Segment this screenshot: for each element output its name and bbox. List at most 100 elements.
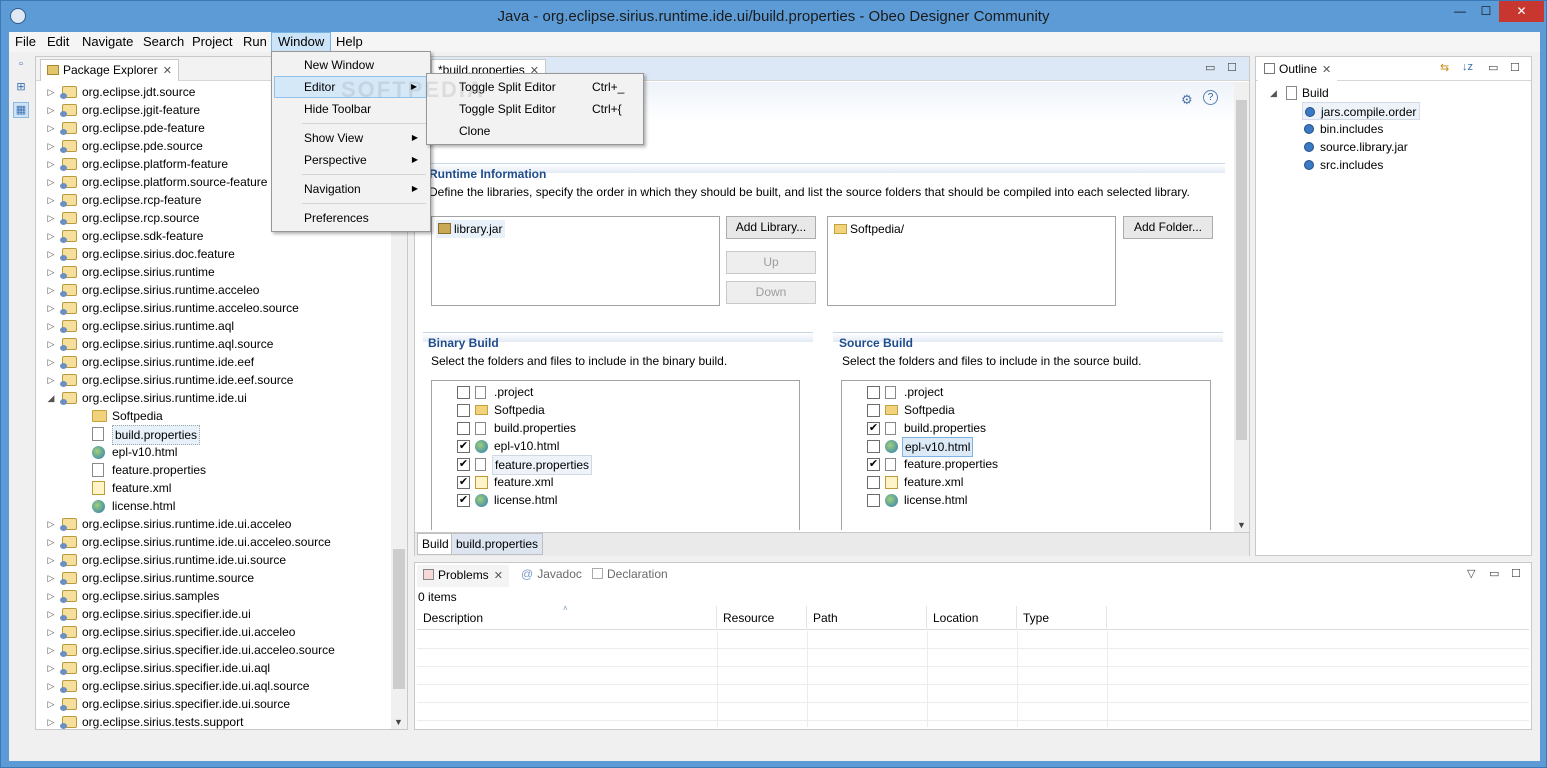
expand-arrow-icon[interactable]: ▷ — [46, 641, 56, 659]
minimize-button[interactable]: — — [1447, 1, 1473, 22]
include-checkbox[interactable] — [867, 386, 880, 399]
settings-icon[interactable]: ⚙ — [1181, 92, 1193, 108]
editor-scrollbar[interactable]: ▼ — [1234, 82, 1249, 532]
expand-arrow-icon[interactable]: ▷ — [46, 533, 56, 551]
up-button[interactable]: Up — [726, 251, 816, 274]
include-checkbox[interactable] — [867, 440, 880, 453]
build-tree-item[interactable]: ✔ license.html — [432, 491, 792, 509]
include-checkbox[interactable] — [867, 404, 880, 417]
outline-root[interactable]: ◢ Build — [1270, 84, 1329, 102]
menu-preferences[interactable]: Preferences — [274, 207, 428, 229]
include-checkbox[interactable] — [457, 386, 470, 399]
page-tab-build-properties[interactable]: build.properties — [451, 533, 544, 555]
source-folder-list[interactable]: Softpedia/ — [827, 216, 1116, 306]
menu-show-view[interactable]: Show View ▶ — [274, 127, 428, 149]
add-folder-button[interactable]: Add Folder... — [1123, 216, 1213, 239]
help-icon[interactable]: ? — [1203, 90, 1218, 105]
expand-arrow-icon[interactable]: ▷ — [46, 659, 56, 677]
tab-javadoc[interactable]: @ Javadoc — [521, 567, 582, 587]
expand-arrow-icon[interactable]: ▷ — [46, 515, 56, 533]
expand-arrow-icon[interactable]: ▷ — [46, 569, 56, 587]
maximize-view-icon[interactable]: ☐ — [1227, 61, 1237, 74]
restore-icon[interactable]: ▫ — [13, 58, 29, 74]
view-menu-icon[interactable]: ▽ — [1467, 567, 1475, 580]
close-icon[interactable]: ✕ — [1322, 64, 1331, 76]
tab-declaration[interactable]: Declaration — [592, 567, 668, 587]
menu-perspective[interactable]: Perspective ▶ — [274, 149, 428, 171]
include-checkbox[interactable] — [867, 494, 880, 507]
expand-arrow-icon[interactable]: ▷ — [46, 245, 56, 263]
tab-problems[interactable]: Problems ✕ — [417, 565, 509, 587]
menu-window[interactable]: Window — [271, 32, 332, 52]
column-resource[interactable]: Resource — [717, 606, 807, 630]
build-tree-item[interactable]: license.html — [842, 491, 1202, 509]
menu-navigation[interactable]: Navigation ▶ — [274, 178, 428, 200]
tab-package-explorer[interactable]: Package Explorer ✕ — [40, 59, 179, 81]
menu-clone[interactable]: Clone — [429, 120, 641, 142]
menu-edit[interactable]: Edit — [41, 32, 75, 52]
include-checkbox[interactable]: ✔ — [867, 458, 880, 471]
scrollbar-thumb[interactable] — [393, 549, 405, 689]
build-tree-item[interactable]: .project — [432, 383, 792, 401]
close-icon[interactable]: ✕ — [163, 65, 172, 77]
binary-tree[interactable]: .project Softpedia build.properties ✔ epl-v1… — [431, 380, 800, 530]
expand-arrow-icon[interactable]: ▷ — [46, 155, 56, 173]
library-item[interactable]: library.jar — [436, 220, 506, 238]
expand-arrow-icon[interactable]: ▷ — [46, 101, 56, 119]
sync-icon[interactable]: ⇆ — [1440, 61, 1449, 74]
expand-arrow-icon[interactable]: ▷ — [46, 119, 56, 137]
editor-scrollbar-thumb[interactable] — [1236, 100, 1247, 440]
title-bar[interactable]: Java - org.eclipse.sirius.runtime.ide.ui… — [1, 1, 1546, 32]
maximize-button[interactable]: ☐ — [1473, 1, 1499, 22]
minimize-view-icon[interactable]: ▭ — [1488, 61, 1498, 74]
expand-arrow-icon[interactable]: ▷ — [46, 587, 56, 605]
expand-arrow-icon[interactable]: ▷ — [46, 263, 56, 281]
outline-item[interactable]: bin.includes — [1302, 120, 1383, 138]
menu-file[interactable]: File — [9, 32, 42, 52]
page-tab-build[interactable]: Build — [417, 533, 454, 555]
expand-arrow-icon[interactable]: ▷ — [46, 677, 56, 695]
column-path[interactable]: Path — [807, 606, 927, 630]
menu-project[interactable]: Project — [186, 32, 238, 52]
scroll-down-icon[interactable]: ▼ — [1237, 520, 1246, 530]
tab-outline[interactable]: Outline ✕ — [1258, 59, 1338, 81]
build-tree-item[interactable]: ✔ feature.properties — [842, 455, 1202, 473]
expand-arrow-icon[interactable]: ▷ — [46, 299, 56, 317]
minimize-view-icon[interactable]: ▭ — [1205, 61, 1215, 74]
expand-arrow-icon[interactable]: ▷ — [46, 317, 56, 335]
folder-item[interactable]: Softpedia/ — [832, 220, 904, 238]
expand-arrow-icon[interactable]: ▷ — [46, 83, 56, 101]
menu-new-window[interactable]: New Window — [274, 54, 428, 76]
build-tree-item[interactable]: Softpedia — [842, 401, 1202, 419]
include-checkbox[interactable]: ✔ — [457, 440, 470, 453]
build-tree-item[interactable]: ✔ epl-v10.html — [432, 437, 792, 455]
build-tree-item[interactable]: build.properties — [432, 419, 792, 437]
expand-arrow-icon[interactable]: ▷ — [46, 623, 56, 641]
add-library-button[interactable]: Add Library... — [726, 216, 816, 239]
build-tree-item[interactable]: epl-v10.html — [842, 437, 1202, 457]
expand-arrow-icon[interactable]: ▷ — [46, 353, 56, 371]
build-tree-item[interactable]: ✔ build.properties — [842, 419, 1202, 437]
build-tree-item[interactable]: Softpedia — [432, 401, 792, 419]
include-checkbox[interactable] — [457, 404, 470, 417]
include-checkbox[interactable]: ✔ — [457, 494, 470, 507]
expand-arrow-icon[interactable]: ▷ — [46, 695, 56, 713]
build-tree-item[interactable]: ✔ feature.xml — [432, 473, 792, 491]
include-checkbox[interactable] — [457, 422, 470, 435]
source-tree[interactable]: .project Softpedia ✔ build.properties epl-v1… — [841, 380, 1211, 530]
minimize-view-icon[interactable]: ▭ — [1489, 567, 1499, 580]
menu-run[interactable]: Run — [237, 32, 273, 52]
expand-arrow-icon[interactable]: ▷ — [46, 137, 56, 155]
menu-search[interactable]: Search — [137, 32, 190, 52]
outline-item[interactable]: jars.compile.order — [1302, 102, 1421, 120]
outline-item[interactable]: source.library.jar — [1302, 138, 1408, 156]
maximize-view-icon[interactable]: ☐ — [1510, 61, 1520, 74]
close-button[interactable]: ✕ — [1499, 1, 1544, 22]
expand-arrow-icon[interactable]: ▷ — [46, 335, 56, 353]
expand-arrow-icon[interactable]: ▷ — [46, 209, 56, 227]
build-tree-item[interactable]: feature.xml — [842, 473, 1202, 491]
expand-arrow-icon[interactable]: ▷ — [46, 551, 56, 569]
menu-navigate[interactable]: Navigate — [76, 32, 139, 52]
library-list[interactable]: library.jar — [431, 216, 720, 306]
column-location[interactable]: Location — [927, 606, 1017, 630]
